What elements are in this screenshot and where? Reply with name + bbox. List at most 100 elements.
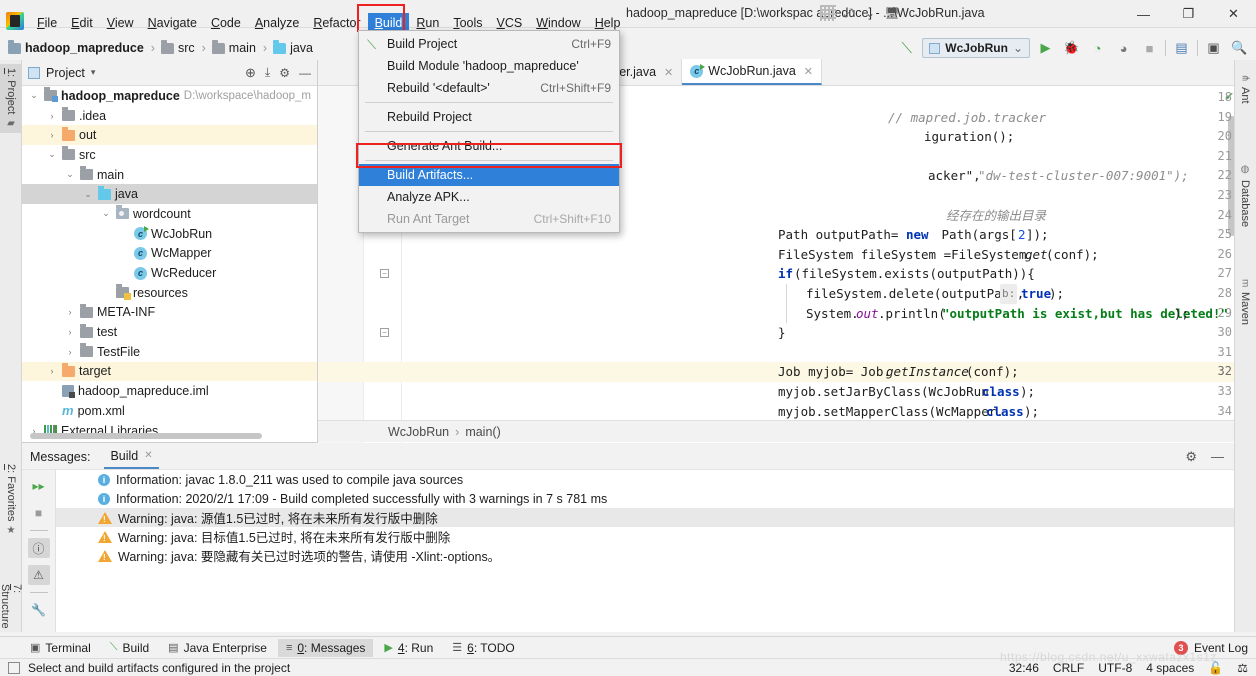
tree-node-out[interactable]: › out <box>22 125 317 146</box>
tree-node-resources[interactable]: resources <box>22 283 317 303</box>
tree-node-target[interactable]: › target <box>22 361 317 382</box>
menu-item-edit[interactable]: Edit <box>64 13 100 33</box>
tree-node-java[interactable]: ⌄ java <box>22 184 317 205</box>
rail-tab-project[interactable]: 1: Project ▰ <box>0 64 22 134</box>
build-hammer-icon[interactable]: ⟍ <box>896 38 917 59</box>
caret-position[interactable]: 32:46 <box>1009 661 1039 675</box>
menu-item-code[interactable]: Code <box>204 13 248 33</box>
menu-build-module-hadoop-mapreduce[interactable]: Build Module 'hadoop_mapreduce' <box>359 55 619 77</box>
menu-item-file[interactable]: File <box>30 13 64 33</box>
tree-node-wcmapper[interactable]: c WcMapper <box>22 244 317 264</box>
rail-tab-database[interactable]: ◍ Database <box>1234 160 1256 231</box>
chevron-right-icon[interactable]: › <box>64 307 76 317</box>
menu-build-project[interactable]: ⟍ Build Project Ctrl+F9 <box>359 33 619 55</box>
tree-node-main[interactable]: ⌄ main <box>22 165 317 185</box>
message-row[interactable]: Warning: java: 源值1.5已过时, 将在未来所有发行版中删除 <box>56 508 1234 527</box>
editor-breadcrumb-item[interactable]: WcJobRun <box>388 425 449 439</box>
stop-icon[interactable]: ■ <box>1139 38 1160 59</box>
message-row[interactable]: i Information: javac 1.8.0_211 was used t… <box>56 470 1234 489</box>
hide-icon[interactable]: — <box>1211 449 1224 464</box>
hide-icon[interactable]: — <box>299 66 311 80</box>
build-dropdown-menu[interactable]: ⟍ Build Project Ctrl+F9 Build Module 'hadoo… <box>358 30 620 233</box>
inspection-icon[interactable]: ⚖ <box>1237 661 1248 675</box>
tree-node-src[interactable]: ⌄ src <box>22 145 317 165</box>
bottom-tab-messages[interactable]: ≡ 0: Messages <box>277 638 374 657</box>
project-structure-icon[interactable]: ▤ <box>1171 38 1192 59</box>
bottom-tab-run[interactable]: ▶ 4: Run <box>376 639 441 657</box>
show-info-icon[interactable]: ⓘ <box>27 538 50 558</box>
run-configuration-selector[interactable]: WcJobRun ⌄ <box>922 38 1030 58</box>
chevron-down-icon[interactable]: ⌄ <box>82 189 94 200</box>
encoding[interactable]: UTF-8 <box>1098 661 1132 675</box>
menu-rebuild-default[interactable]: Rebuild '<default>' Ctrl+Shift+F9 <box>359 77 619 99</box>
locate-icon[interactable]: ⊕ <box>245 65 256 81</box>
expand-arrows-icon[interactable]: ⤢ <box>838 2 858 24</box>
editor-tab-wcjobrun-java[interactable]: c WcJobRun.java ✕ <box>682 59 823 85</box>
bottom-tab-terminal[interactable]: ▣ Terminal <box>22 639 99 657</box>
tree-node-wordcount[interactable]: ⌄ wordcount <box>22 204 317 224</box>
tree-node-testfile[interactable]: › TestFile <box>22 342 317 362</box>
debug-icon[interactable]: 🐞 <box>1061 38 1082 59</box>
gear-icon[interactable]: ⚙ <box>1185 449 1197 465</box>
terminal-icon[interactable]: ▣ <box>1203 38 1224 59</box>
tree-node-hadoop-mapreduce-iml[interactable]: hadoop_mapreduce.iml <box>22 381 317 401</box>
tree-node-test[interactable]: › test <box>22 322 317 342</box>
bottom-tab-java-enterprise[interactable]: ▤ Java Enterprise <box>160 639 275 657</box>
breadcrumb-item-java[interactable]: java <box>273 39 316 55</box>
stop-icon[interactable]: ■ <box>28 503 50 523</box>
menu-rebuild-project[interactable]: Rebuild Project <box>359 106 619 128</box>
project-tree[interactable]: ⌄ hadoop_mapreduce D:\workspace\hadoop_m ›.… <box>22 86 317 442</box>
message-row[interactable]: Warning: java: 要隐藏有关已过时选项的警告, 请使用 -Xlint… <box>56 546 1234 565</box>
gear-icon[interactable]: ⚙ <box>279 66 290 80</box>
tree-node--idea[interactable]: › .idea <box>22 106 317 126</box>
indent-setting[interactable]: 4 spaces <box>1146 661 1194 675</box>
messages-tab-build[interactable]: Build ✕ <box>104 445 159 469</box>
message-row[interactable]: i Information: 2020/2/1 17:09 - Build com… <box>56 489 1234 508</box>
chevron-down-icon[interactable]: ▾ <box>91 67 96 78</box>
run-with-coverage-icon[interactable]: ◔ <box>1087 38 1108 59</box>
chevron-right-icon[interactable]: › <box>64 347 76 357</box>
editor-breadcrumb-item[interactable]: main() <box>465 425 500 439</box>
bottom-tab-build[interactable]: ⟍ Build <box>102 639 157 657</box>
run-icon[interactable]: ▶ <box>1035 38 1056 59</box>
menu-item-analyze[interactable]: Analyze <box>248 13 306 33</box>
chevron-right-icon[interactable]: › <box>46 130 58 140</box>
code-fold-marker[interactable]: − <box>380 269 389 279</box>
menu-generate-ant-build[interactable]: Generate Ant Build... <box>359 135 619 157</box>
close-button[interactable]: ✕ <box>1211 0 1256 28</box>
chevron-right-icon[interactable]: › <box>46 366 58 376</box>
chevron-down-icon[interactable]: ⌄ <box>64 169 76 180</box>
tree-node-wcreducer[interactable]: c WcReducer <box>22 263 317 283</box>
search-everywhere-icon[interactable]: 🔍 <box>1229 38 1250 59</box>
chevron-down-icon[interactable]: ⌄ <box>100 208 112 219</box>
rail-tab-ant[interactable]: ⋔ Ant <box>1234 70 1256 108</box>
tree-node-hadoop-mapreduce[interactable]: ⌄ hadoop_mapreduce D:\workspace\hadoop_m <box>22 86 317 106</box>
maximize-button[interactable]: ❐ <box>1166 0 1211 28</box>
lock-icon[interactable]: 🔓 <box>1208 661 1223 675</box>
editor-breadcrumb[interactable]: WcJobRun › main() <box>318 420 1238 442</box>
bottom-tab-todo[interactable]: ☰ 6: TODO <box>444 639 522 657</box>
rail-tab-favorites[interactable]: 2: Favorites ★ <box>0 460 22 540</box>
messages-list[interactable]: i Information: javac 1.8.0_211 was used t… <box>56 470 1234 632</box>
chevron-right-icon[interactable]: › <box>64 327 76 337</box>
chevron-down-icon[interactable]: ⌄ <box>46 149 58 160</box>
settings-wrench-icon[interactable]: 🔧 <box>28 600 50 620</box>
code-fold-marker[interactable]: − <box>380 328 389 338</box>
close-icon[interactable]: ✕ <box>664 66 673 79</box>
close-icon[interactable]: ✕ <box>804 65 813 78</box>
chevron-down-icon[interactable]: ⌄ <box>28 90 40 101</box>
menu-analyze-apk[interactable]: Analyze APK... <box>359 186 619 208</box>
rail-tab-maven[interactable]: m Maven <box>1234 275 1256 329</box>
breadcrumb-item-hadoop_mapreduce[interactable]: hadoop_mapreduce › <box>8 39 161 55</box>
collapse-all-icon[interactable]: ⤓ <box>265 65 270 80</box>
tree-node-meta-inf[interactable]: › META-INF <box>22 303 317 323</box>
minimize-button[interactable]: — <box>1121 0 1166 28</box>
menu-build-artifacts[interactable]: Build Artifacts... <box>359 164 619 186</box>
chevron-right-icon[interactable]: › <box>46 111 58 121</box>
project-tree-hscrollbar[interactable] <box>30 433 262 439</box>
menu-item-navigate[interactable]: Navigate <box>141 13 204 33</box>
message-row[interactable]: Warning: java: 目标值1.5已过时, 将在未来所有发行版中删除 <box>56 527 1234 546</box>
show-warnings-icon[interactable]: ⚠ <box>27 565 50 585</box>
expand-all-icon[interactable]: ▸▸ <box>28 476 50 496</box>
tree-node-pom-xml[interactable]: m pom.xml <box>22 401 317 421</box>
